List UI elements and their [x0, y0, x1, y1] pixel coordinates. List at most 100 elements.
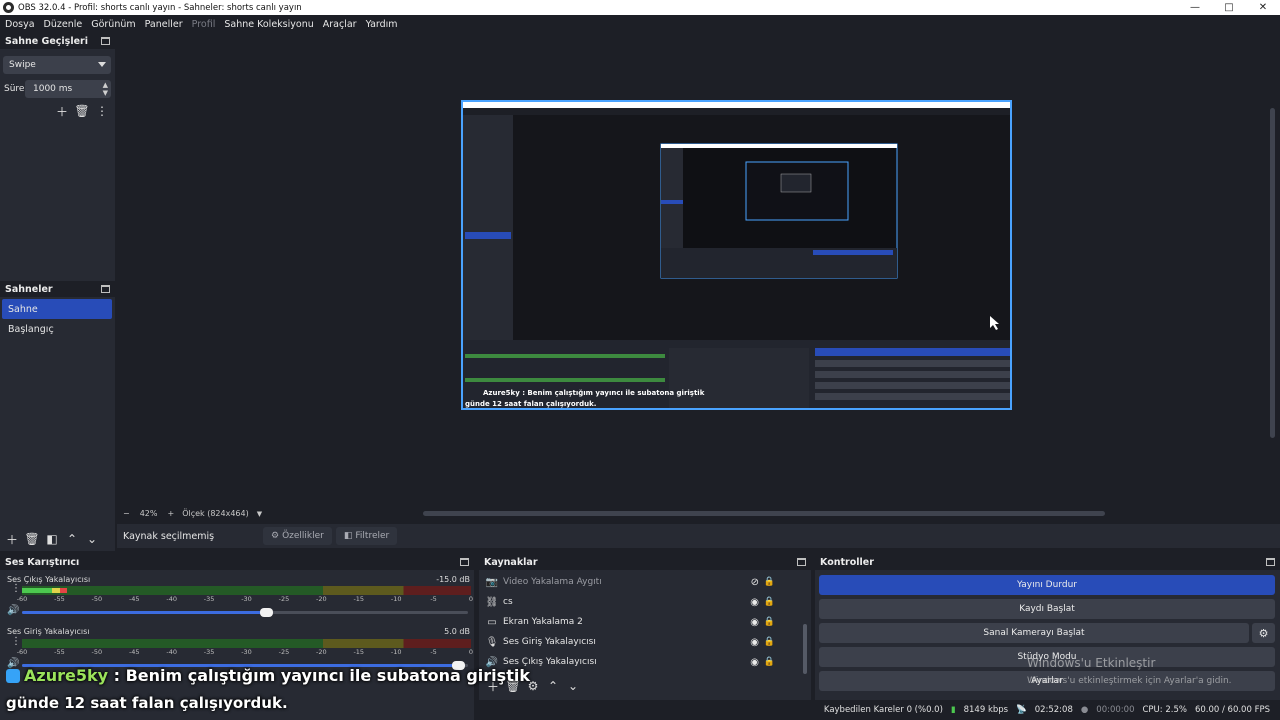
- scene-item-sahne[interactable]: Sahne: [2, 299, 112, 319]
- source-item[interactable]: 📷 Video Yakalama Aygıtı ⊘ 🔒: [483, 572, 797, 592]
- zoom-out-icon[interactable]: −: [123, 509, 130, 518]
- lock-icon[interactable]: 🔒: [764, 597, 775, 607]
- scale-tick-label: -60: [16, 595, 28, 603]
- scene-label: Sahne: [8, 303, 38, 315]
- channel-db: -15.0 dB: [436, 575, 470, 584]
- duration-value: 1000 ms: [33, 84, 73, 94]
- undock-icon[interactable]: [460, 558, 469, 566]
- remove-transition-button[interactable]: 🗑: [72, 103, 92, 119]
- menu-help[interactable]: Yardım: [363, 19, 401, 30]
- transition-selected: Swipe: [9, 60, 36, 70]
- transition-menu-button[interactable]: ⋮: [92, 103, 112, 119]
- source-item[interactable]: 🔊 Ses Çıkış Yakalayıcısı ◉ 🔒: [483, 652, 797, 672]
- move-down-button[interactable]: ⌄: [563, 678, 583, 694]
- move-up-button[interactable]: ⌃: [543, 678, 563, 694]
- virtualcam-settings-button[interactable]: ⚙: [1252, 623, 1275, 643]
- record-icon: ●: [1080, 705, 1089, 715]
- obs-logo-icon: [3, 2, 14, 13]
- move-down-button[interactable]: ⌄: [82, 531, 102, 547]
- undock-icon[interactable]: [101, 285, 110, 293]
- spin-arrows-icon[interactable]: ▲ ▼: [103, 81, 108, 97]
- eye-icon[interactable]: ◉: [750, 617, 759, 628]
- svg-text:günde 12 saat falan çalışıyord: günde 12 saat falan çalışıyorduk.: [465, 400, 596, 408]
- source-item[interactable]: ⛓ cs ◉ 🔒: [483, 592, 797, 612]
- start-virtualcam-button[interactable]: Sanal Kamerayı Başlat: [819, 623, 1249, 643]
- add-scene-button[interactable]: ＋: [2, 531, 22, 547]
- scale-tick-label: -30: [241, 595, 252, 603]
- scale-tick-label: 0: [468, 595, 474, 603]
- eye-icon[interactable]: ◉: [750, 657, 759, 668]
- source-item[interactable]: ▭ Ekran Yakalama 2 ◉ 🔒: [483, 612, 797, 632]
- dropped-frames: Kaybedilen Kareler 0 (%0.0): [823, 705, 943, 715]
- menu-file[interactable]: Dosya: [2, 19, 38, 30]
- close-icon[interactable]: ✕: [1246, 0, 1280, 15]
- volume-handle[interactable]: [260, 608, 274, 617]
- scale-tick-label: -10: [390, 648, 402, 656]
- source-item[interactable]: 🎙 Ses Giriş Yakalayıcısı ◉ 🔒: [483, 632, 797, 652]
- hidden-eye-icon[interactable]: ⊘: [751, 577, 759, 588]
- gear-icon: ⚙: [271, 531, 280, 541]
- undock-icon[interactable]: [101, 37, 110, 45]
- scenes-title: Sahneler: [5, 283, 53, 295]
- sources-header: Kaynaklar: [479, 554, 811, 570]
- eye-icon[interactable]: ◉: [750, 637, 759, 648]
- link-icon: ⛓: [485, 596, 499, 608]
- transitions-title: Sahne Geçişleri: [5, 35, 88, 47]
- add-transition-button[interactable]: ＋: [52, 103, 72, 119]
- maximize-icon[interactable]: □: [1212, 0, 1246, 15]
- menu-view[interactable]: Görünüm: [88, 19, 138, 30]
- scene-filters-button[interactable]: ◧: [42, 531, 62, 547]
- remove-scene-button[interactable]: 🗑: [22, 531, 42, 547]
- properties-button[interactable]: ⚙ Özellikler: [263, 527, 332, 545]
- transition-select[interactable]: Swipe: [3, 56, 111, 74]
- eye-icon[interactable]: ◉: [750, 597, 759, 608]
- menu-docks[interactable]: Paneller: [142, 19, 186, 30]
- scale-tick-label: -5: [430, 648, 437, 656]
- sources-scrollbar[interactable]: [803, 624, 807, 674]
- preview-horizontal-scrollbar[interactable]: [423, 511, 1105, 516]
- stop-stream-button[interactable]: Yayını Durdur: [819, 575, 1275, 595]
- move-up-button[interactable]: ⌃: [62, 531, 82, 547]
- chat-overlay: Azure5ky : Benim çalıştığım yayıncı ile …: [0, 664, 530, 718]
- lock-icon[interactable]: 🔒: [764, 637, 775, 647]
- menu-tools[interactable]: Araçlar: [320, 19, 360, 30]
- undock-icon[interactable]: [797, 558, 806, 566]
- volume-slider[interactable]: [22, 608, 468, 617]
- lock-icon[interactable]: 🔒: [764, 617, 775, 627]
- zoom-in-icon[interactable]: +: [167, 509, 174, 518]
- chevron-down-icon[interactable]: ▼: [257, 510, 262, 518]
- speaker-icon[interactable]: 🔊: [7, 605, 19, 616]
- lock-icon[interactable]: 🔒: [764, 577, 775, 587]
- activation-title: Windows'u Etkinleştir: [1027, 656, 1156, 670]
- preview-output[interactable]: Azure5ky : Benim çalıştığım yayıncı ile …: [461, 100, 1012, 410]
- duration-input[interactable]: 1000 ms ▲ ▼: [25, 80, 111, 98]
- properties-label: Özellikler: [282, 531, 324, 541]
- scale-tick-label: -15: [353, 648, 365, 656]
- windows-activation-watermark: Windows'u Etkinleştir Windows'u etkinleş…: [1027, 656, 1232, 686]
- scenes-dock: Sahneler Sahne Başlangıç ＋ 🗑 ◧ ⌃ ⌄: [0, 281, 115, 551]
- channel-menu-icon[interactable]: ⋮: [11, 584, 21, 594]
- scale-tick-label: -20: [316, 648, 327, 656]
- meter-scale: -60 -55 -50 -45 -40 -35 -30 -25 -20 -15 -10 -5 0: [17, 595, 474, 605]
- undock-icon[interactable]: [1266, 558, 1275, 566]
- minimize-icon[interactable]: —: [1178, 0, 1212, 15]
- meter-scale: -60 -55 -50 -45 -40 -35 -30 -25 -20 -15 -10 -5 0: [17, 648, 473, 658]
- platform-badge-icon: [6, 669, 20, 683]
- scene-toolbar: ＋ 🗑 ◧ ⌃ ⌄: [2, 531, 102, 547]
- chevron-down-icon: [98, 62, 106, 67]
- filters-button[interactable]: ◧ Filtreler: [335, 527, 398, 545]
- lock-icon[interactable]: 🔒: [764, 657, 775, 667]
- filter-icon: ◧: [343, 531, 353, 541]
- menu-edit[interactable]: Düzenle: [41, 19, 86, 30]
- channel-menu-icon[interactable]: ⋮: [11, 637, 21, 647]
- scale-dropdown[interactable]: Ölçek (824x464): [182, 509, 249, 518]
- scene-item-baslangic[interactable]: Başlangıç: [2, 319, 112, 339]
- start-record-button[interactable]: Kaydı Başlat: [819, 599, 1275, 619]
- menu-scene-collection[interactable]: Sahne Koleksiyonu: [221, 19, 316, 30]
- scale-tick-label: -50: [91, 648, 103, 656]
- scale-tick-label: -25: [278, 595, 290, 603]
- window-controls: — □ ✕: [1178, 0, 1280, 15]
- microphone-icon: 🎙: [485, 636, 499, 648]
- preview-vertical-scrollbar[interactable]: [1270, 108, 1275, 438]
- stream-time: 02:52:08: [1034, 705, 1073, 715]
